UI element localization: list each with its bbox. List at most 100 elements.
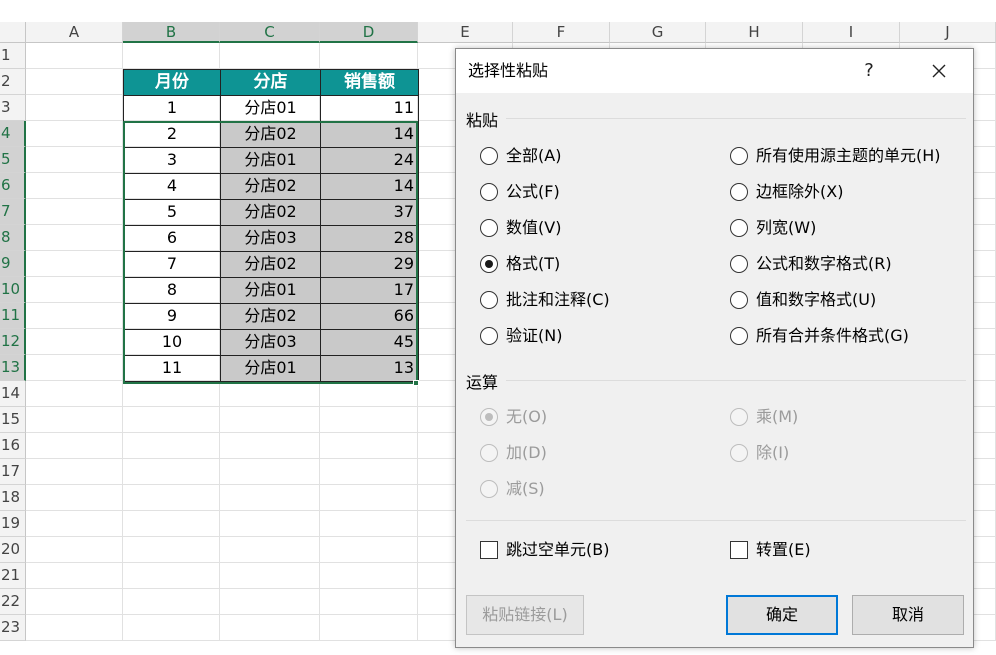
row-header-9[interactable]: 9 bbox=[0, 251, 26, 277]
row-header-20[interactable]: 20 bbox=[0, 537, 26, 563]
column-header-a[interactable]: A bbox=[26, 22, 123, 43]
grid-cell[interactable] bbox=[220, 485, 320, 511]
row-header-17[interactable]: 17 bbox=[0, 459, 26, 485]
grid-cell[interactable] bbox=[320, 589, 418, 615]
help-button[interactable]: ? bbox=[846, 49, 892, 93]
grid-cell[interactable] bbox=[320, 615, 418, 641]
row-header-18[interactable]: 18 bbox=[0, 485, 26, 511]
grid-cell[interactable] bbox=[220, 615, 320, 641]
grid-cell[interactable] bbox=[220, 589, 320, 615]
grid-cell[interactable] bbox=[220, 433, 320, 459]
grid-cell[interactable] bbox=[123, 381, 220, 407]
fill-handle[interactable] bbox=[413, 380, 419, 386]
radio-button[interactable] bbox=[480, 291, 498, 309]
grid-cell[interactable] bbox=[26, 433, 123, 459]
grid-cell[interactable] bbox=[320, 511, 418, 537]
radio-button[interactable] bbox=[480, 219, 498, 237]
grid-cell[interactable] bbox=[320, 537, 418, 563]
radio-button[interactable] bbox=[730, 255, 748, 273]
grid-cell[interactable] bbox=[123, 615, 220, 641]
table-cell[interactable]: 11 bbox=[320, 95, 419, 122]
grid-cell[interactable] bbox=[123, 485, 220, 511]
radio-button[interactable] bbox=[730, 219, 748, 237]
grid-cell[interactable] bbox=[123, 433, 220, 459]
grid-cell[interactable] bbox=[26, 147, 123, 173]
row-header-3[interactable]: 3 bbox=[0, 95, 26, 121]
radio-button[interactable] bbox=[730, 291, 748, 309]
radio-button[interactable] bbox=[730, 408, 748, 426]
grid-cell[interactable] bbox=[26, 95, 123, 121]
column-header-d[interactable]: D bbox=[320, 22, 418, 43]
grid-cell[interactable] bbox=[26, 69, 123, 95]
row-header-12[interactable]: 12 bbox=[0, 329, 26, 355]
row-header-13[interactable]: 13 bbox=[0, 355, 26, 381]
grid-cell[interactable] bbox=[320, 563, 418, 589]
grid-cell[interactable] bbox=[220, 511, 320, 537]
grid-cell[interactable] bbox=[123, 589, 220, 615]
row-header-10[interactable]: 10 bbox=[0, 277, 26, 303]
grid-cell[interactable] bbox=[320, 43, 418, 69]
row-header-1[interactable]: 1 bbox=[0, 43, 26, 69]
checkbox-box[interactable] bbox=[730, 541, 748, 559]
row-header-16[interactable]: 16 bbox=[0, 433, 26, 459]
grid-cell[interactable] bbox=[320, 485, 418, 511]
grid-cell[interactable] bbox=[26, 381, 123, 407]
row-header-19[interactable]: 19 bbox=[0, 511, 26, 537]
grid-cell[interactable] bbox=[26, 589, 123, 615]
grid-cell[interactable] bbox=[320, 459, 418, 485]
select-all-corner[interactable] bbox=[0, 22, 26, 43]
grid-cell[interactable] bbox=[26, 511, 123, 537]
grid-cell[interactable] bbox=[320, 407, 418, 433]
column-header-e[interactable]: E bbox=[418, 22, 513, 43]
row-header-11[interactable]: 11 bbox=[0, 303, 26, 329]
radio-button[interactable] bbox=[480, 408, 498, 426]
table-cell[interactable]: 分店01 bbox=[220, 95, 321, 122]
grid-cell[interactable] bbox=[26, 303, 123, 329]
grid-cell[interactable] bbox=[123, 407, 220, 433]
row-header-8[interactable]: 8 bbox=[0, 225, 26, 251]
column-header-f[interactable]: F bbox=[513, 22, 610, 43]
grid-cell[interactable] bbox=[220, 381, 320, 407]
grid-cell[interactable] bbox=[123, 43, 220, 69]
grid-cell[interactable] bbox=[123, 537, 220, 563]
table-cell[interactable]: 1 bbox=[123, 95, 221, 122]
grid-cell[interactable] bbox=[220, 563, 320, 589]
grid-cell[interactable] bbox=[26, 485, 123, 511]
grid-cell[interactable] bbox=[26, 563, 123, 589]
grid-cell[interactable] bbox=[220, 43, 320, 69]
row-header-14[interactable]: 14 bbox=[0, 381, 26, 407]
grid-cell[interactable] bbox=[26, 615, 123, 641]
radio-button[interactable] bbox=[730, 444, 748, 462]
radio-button[interactable] bbox=[480, 147, 498, 165]
grid-cell[interactable] bbox=[26, 459, 123, 485]
column-header-j[interactable]: J bbox=[900, 22, 996, 43]
table-header-cell[interactable]: 月份 bbox=[123, 69, 221, 96]
paste-link-button[interactable]: 粘贴链接(L) bbox=[466, 595, 584, 635]
grid-cell[interactable] bbox=[26, 121, 123, 147]
row-header-7[interactable]: 7 bbox=[0, 199, 26, 225]
row-header-15[interactable]: 15 bbox=[0, 407, 26, 433]
row-header-22[interactable]: 22 bbox=[0, 589, 26, 615]
close-button[interactable] bbox=[916, 49, 962, 93]
grid-cell[interactable] bbox=[26, 407, 123, 433]
radio-button[interactable] bbox=[480, 255, 498, 273]
row-header-5[interactable]: 5 bbox=[0, 147, 26, 173]
grid-cell[interactable] bbox=[320, 433, 418, 459]
column-header-c[interactable]: C bbox=[220, 22, 320, 43]
row-header-23[interactable]: 23 bbox=[0, 615, 26, 641]
row-header-2[interactable]: 2 bbox=[0, 69, 26, 95]
grid-cell[interactable] bbox=[26, 199, 123, 225]
grid-cell[interactable] bbox=[26, 537, 123, 563]
column-header-g[interactable]: G bbox=[610, 22, 706, 43]
table-header-cell[interactable]: 分店 bbox=[220, 69, 321, 96]
grid-cell[interactable] bbox=[220, 459, 320, 485]
radio-button[interactable] bbox=[480, 327, 498, 345]
radio-button[interactable] bbox=[730, 327, 748, 345]
grid-cell[interactable] bbox=[26, 329, 123, 355]
grid-cell[interactable] bbox=[123, 511, 220, 537]
checkbox-box[interactable] bbox=[480, 541, 498, 559]
grid-cell[interactable] bbox=[220, 407, 320, 433]
grid-cell[interactable] bbox=[26, 355, 123, 381]
radio-button[interactable] bbox=[730, 147, 748, 165]
radio-button[interactable] bbox=[730, 183, 748, 201]
